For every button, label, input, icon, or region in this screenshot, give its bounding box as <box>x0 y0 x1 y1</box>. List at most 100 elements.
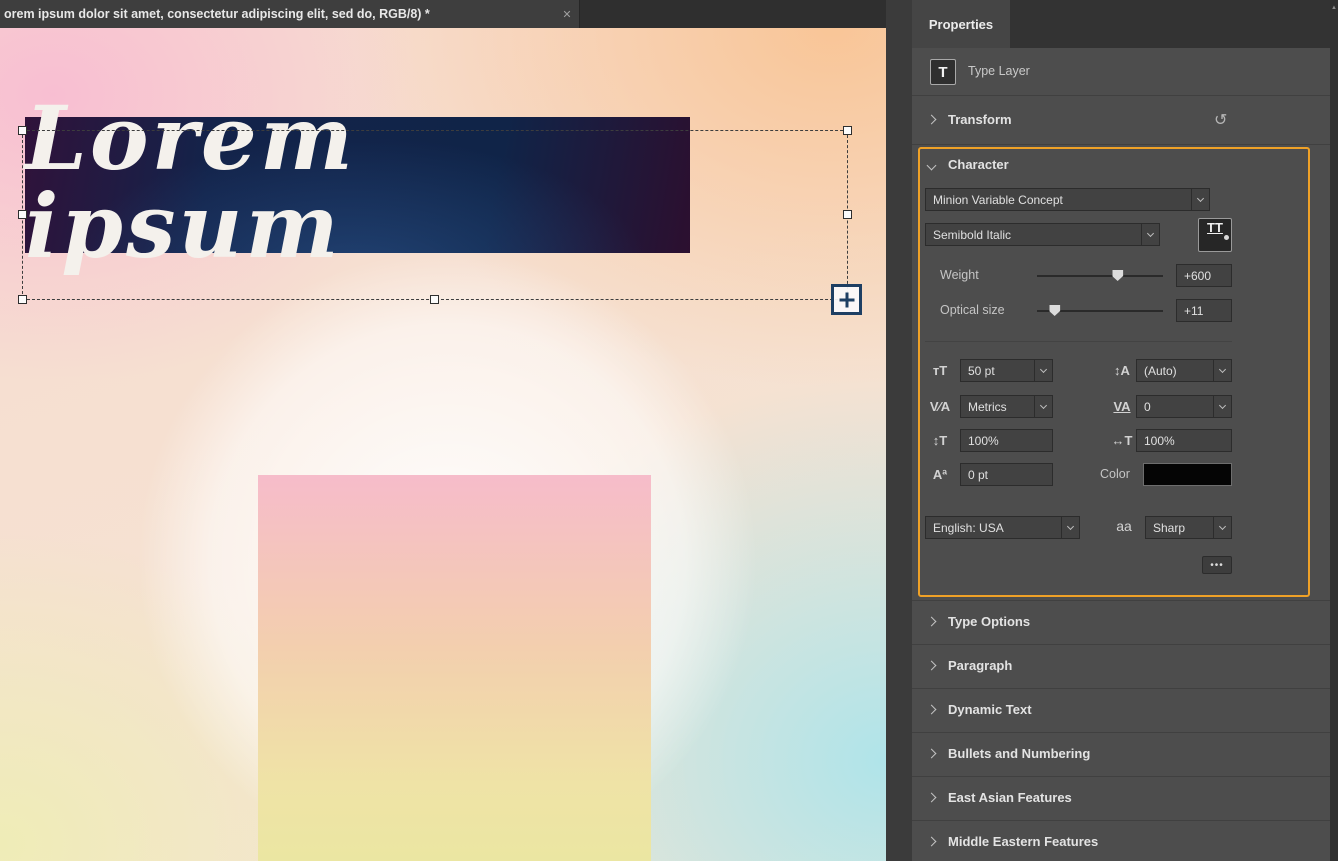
chevron-right-icon <box>927 705 937 715</box>
section-transform[interactable]: Transform ↺ <box>912 97 1330 145</box>
panel-scrollbar[interactable]: ▲ <box>1330 0 1338 861</box>
panel-header-bar: Properties <box>912 0 1330 48</box>
weight-value: +600 <box>1177 269 1231 283</box>
chevron-right-icon <box>927 661 937 671</box>
horizontal-scale-field[interactable]: 100% <box>1136 429 1232 452</box>
leading-icon: ↕A <box>1108 363 1136 378</box>
section-dynamic-text[interactable]: Dynamic Text <box>912 688 1330 732</box>
type-layer-icon: T <box>930 59 956 85</box>
optical-size-slider[interactable] <box>1037 304 1163 317</box>
optical-slider-thumb[interactable] <box>1049 305 1060 316</box>
kerning-icon: V⁄A <box>926 399 954 414</box>
kerning-select[interactable]: Metrics <box>960 395 1053 418</box>
photoshop-window: orem ipsum dolor sit amet, consectetur a… <box>0 0 1338 861</box>
weight-value-field[interactable]: +600 <box>1176 264 1232 287</box>
transform-handle-mid-right[interactable] <box>843 210 852 219</box>
section-east-asian[interactable]: East Asian Features <box>912 776 1330 820</box>
chevron-right-icon <box>927 617 937 627</box>
weight-slider[interactable] <box>1037 269 1163 282</box>
baseline-shift-field[interactable]: 0 pt <box>960 463 1053 486</box>
font-style-select[interactable]: Semibold Italic <box>925 223 1160 246</box>
section-bullets-numbering[interactable]: Bullets and Numbering <box>912 732 1330 776</box>
chevron-down-icon[interactable] <box>1034 396 1052 417</box>
text-color-swatch[interactable] <box>1143 463 1232 486</box>
gradient-rectangle-shape[interactable] <box>258 475 651 861</box>
baseline-shift-icon: Aª <box>926 467 954 482</box>
scroll-up-icon[interactable]: ▲ <box>1331 5 1337 11</box>
document-tab[interactable]: orem ipsum dolor sit amet, consectetur a… <box>0 0 580 28</box>
transform-handle-plus-icon[interactable] <box>831 284 862 315</box>
canvas-surface[interactable]: Lorem ipsum <box>0 28 886 861</box>
vertical-scale-value: 100% <box>961 434 1052 448</box>
language-select[interactable]: English: USA <box>925 516 1080 539</box>
reset-transform-icon[interactable]: ↺ <box>1214 110 1227 130</box>
leading-value: (Auto) <box>1137 364 1213 378</box>
transform-section-label: Transform <box>948 112 1012 127</box>
character-section-label[interactable]: Character <box>948 157 1009 172</box>
chevron-down-icon[interactable] <box>1061 517 1079 538</box>
weight-slider-thumb[interactable] <box>1112 270 1123 281</box>
plus-icon <box>845 292 848 307</box>
font-size-value: 50 pt <box>961 364 1034 378</box>
optical-size-value-field[interactable]: +11 <box>1176 299 1232 322</box>
layer-type-row: T Type Layer <box>912 48 1330 96</box>
section-label: Paragraph <box>948 658 1012 673</box>
workspace-gutter <box>886 0 912 861</box>
chevron-right-icon <box>927 749 937 759</box>
more-options-button[interactable]: ••• <box>1202 556 1232 574</box>
tracking-icon: VA <box>1108 399 1136 414</box>
section-middle-eastern[interactable]: Middle Eastern Features <box>912 820 1330 861</box>
layer-type-label: Type Layer <box>968 64 1030 78</box>
anti-alias-value: Sharp <box>1146 521 1213 535</box>
close-icon[interactable]: ✕ <box>555 8 579 21</box>
language-value: English: USA <box>926 521 1061 535</box>
transform-handle-top-right[interactable] <box>843 126 852 135</box>
document-tabbar: orem ipsum dolor sit amet, consectetur a… <box>0 0 886 28</box>
section-label: Bullets and Numbering <box>948 746 1090 761</box>
optical-size-value: +11 <box>1177 304 1231 318</box>
optical-size-label: Optical size <box>940 303 1005 317</box>
text-layer-content[interactable]: Lorem ipsum <box>25 94 690 276</box>
tab-properties[interactable]: Properties <box>912 0 1010 48</box>
document-title: orem ipsum dolor sit amet, consectetur a… <box>0 7 555 21</box>
transform-handle-mid-left[interactable] <box>18 210 27 219</box>
section-label: Middle Eastern Features <box>948 834 1098 849</box>
text-layer-block[interactable]: Lorem ipsum <box>25 117 690 253</box>
font-size-select[interactable]: 50 pt <box>960 359 1053 382</box>
weight-label: Weight <box>940 268 979 282</box>
font-family-value: Minion Variable Concept <box>926 193 1191 207</box>
section-paragraph[interactable]: Paragraph <box>912 644 1330 688</box>
kerning-value: Metrics <box>961 400 1034 414</box>
vertical-scale-field[interactable]: 100% <box>960 429 1053 452</box>
section-type-options[interactable]: Type Options <box>912 600 1330 644</box>
tracking-select[interactable]: 0 <box>1136 395 1232 418</box>
transform-handle-bottom-center[interactable] <box>430 295 439 304</box>
font-size-icon: тT <box>926 363 954 378</box>
chevron-down-icon[interactable] <box>1141 224 1159 245</box>
chevron-down-icon[interactable] <box>1213 396 1231 417</box>
leading-select[interactable]: (Auto) <box>1136 359 1232 382</box>
chevron-down-icon[interactable] <box>1034 360 1052 381</box>
chevron-down-icon[interactable] <box>1191 189 1209 210</box>
color-label: Color <box>1100 467 1130 481</box>
horizontal-scale-icon: ↔T <box>1108 433 1136 448</box>
chevron-right-icon <box>927 837 937 847</box>
section-label: Type Options <box>948 614 1030 629</box>
baseline-shift-value: 0 pt <box>961 468 1052 482</box>
section-label: East Asian Features <box>948 790 1072 805</box>
chevron-right-icon <box>927 793 937 803</box>
anti-alias-icon: aa <box>1110 518 1138 534</box>
tracking-value: 0 <box>1137 400 1213 414</box>
section-label: Dynamic Text <box>948 702 1032 717</box>
anti-alias-select[interactable]: Sharp <box>1145 516 1232 539</box>
font-style-value: Semibold Italic <box>926 228 1141 242</box>
slider-track <box>1037 275 1163 277</box>
chevron-down-icon[interactable] <box>1213 517 1231 538</box>
transform-handle-top-left[interactable] <box>18 126 27 135</box>
font-family-select[interactable]: Minion Variable Concept <box>925 188 1210 211</box>
transform-handle-bottom-left[interactable] <box>18 295 27 304</box>
vertical-scale-icon: ↕T <box>926 433 954 448</box>
chevron-down-icon[interactable] <box>1213 360 1231 381</box>
divider <box>925 341 1232 342</box>
variable-font-options-button[interactable]: TT <box>1198 218 1232 252</box>
